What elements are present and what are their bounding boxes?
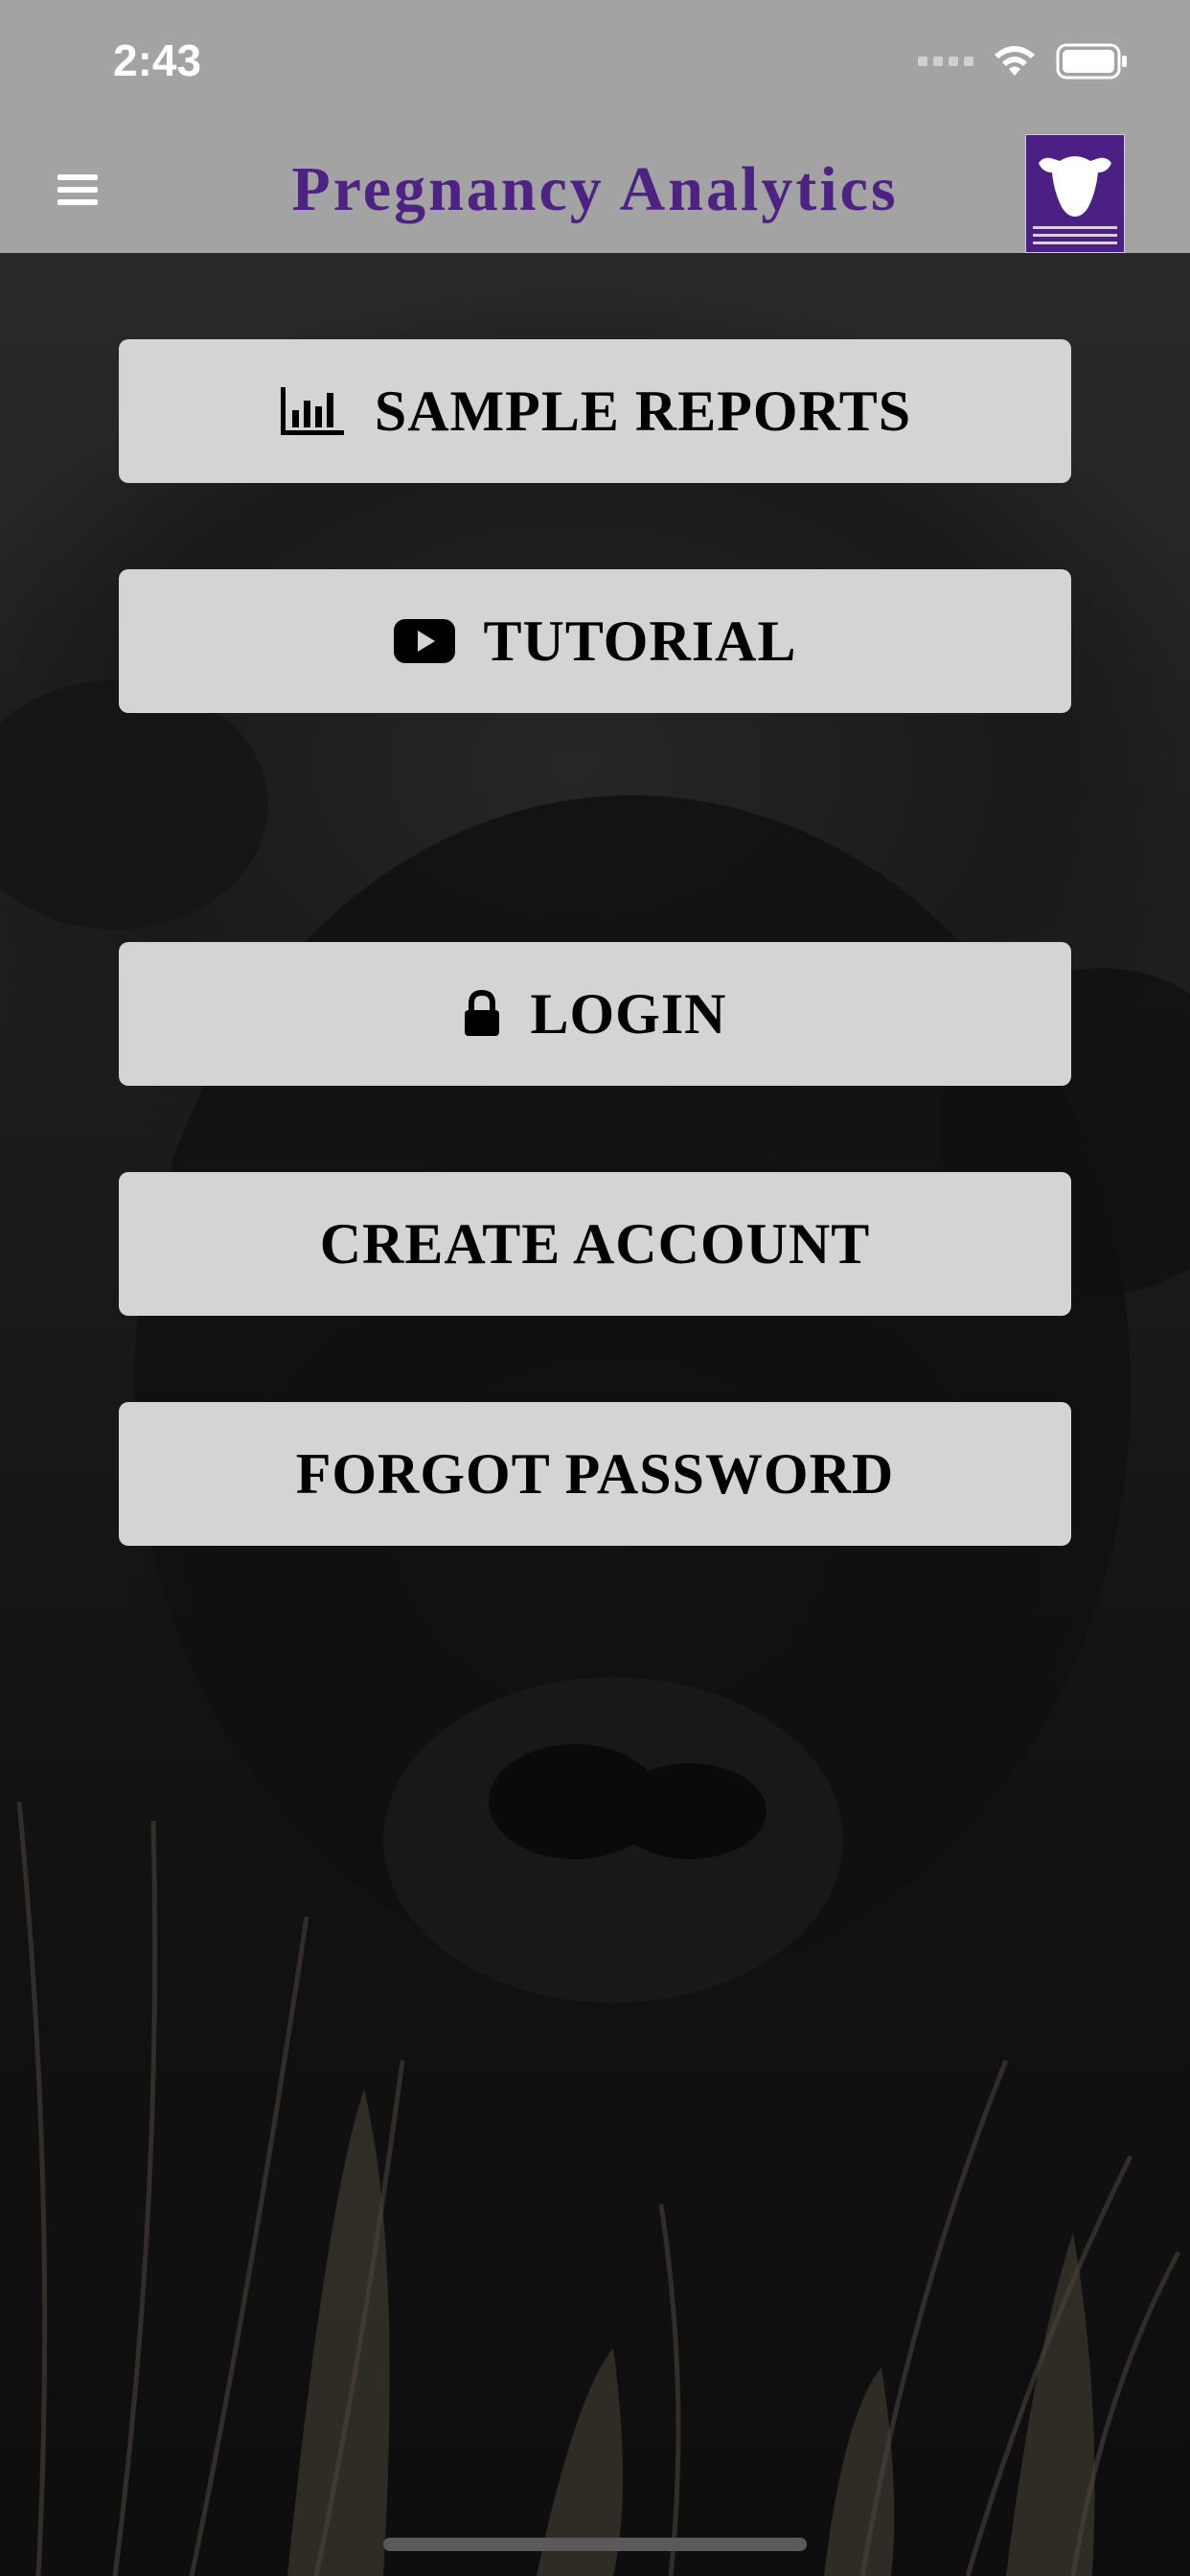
create-account-label: CREATE ACCOUNT — [319, 1211, 871, 1276]
forgot-password-label: FORGOT PASSWORD — [295, 1441, 895, 1506]
status-bar: 2:43 — [0, 0, 1190, 126]
tutorial-label: TUTORIAL — [483, 609, 797, 673]
lock-icon — [463, 990, 501, 1038]
app-logo[interactable] — [1024, 133, 1126, 254]
home-indicator — [383, 2538, 807, 2551]
status-time: 2:43 — [113, 35, 202, 85]
nav-bar: Pregnancy Analytics — [0, 126, 1190, 254]
wifi-icon — [995, 46, 1035, 76]
forgot-password-button[interactable]: FORGOT PASSWORD — [119, 1402, 1071, 1546]
cow-head-logo-icon — [1024, 133, 1126, 254]
bar-chart-icon — [279, 385, 346, 437]
status-icons — [918, 42, 1129, 80]
sample-reports-label: SAMPLE REPORTS — [374, 379, 912, 443]
sample-reports-button[interactable]: SAMPLE REPORTS — [119, 339, 1071, 483]
app-title: Pregnancy Analytics — [291, 154, 899, 224]
create-account-button[interactable]: CREATE ACCOUNT — [119, 1172, 1071, 1316]
signal-strength-icon — [918, 57, 973, 66]
youtube-icon — [393, 619, 455, 663]
login-label: LOGIN — [530, 981, 727, 1046]
tutorial-button[interactable]: TUTORIAL — [119, 569, 1071, 713]
battery-icon — [1056, 43, 1127, 80]
login-button[interactable]: LOGIN — [119, 942, 1071, 1086]
